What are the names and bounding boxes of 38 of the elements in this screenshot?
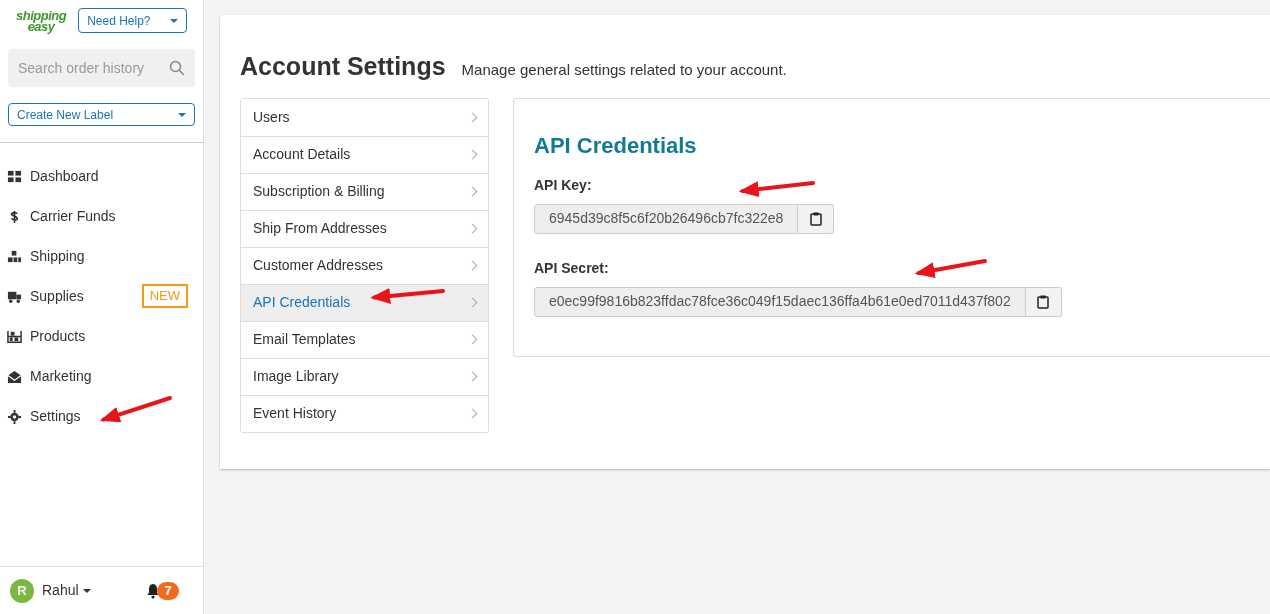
field-label: API Key: [534, 175, 592, 195]
new-badge: NEW [141, 284, 188, 308]
copy-button[interactable] [798, 203, 835, 234]
page-subtitle: Manage general settings related to your account. [461, 60, 787, 80]
help-button[interactable]: Need Help? [78, 8, 187, 33]
settings-icon [7, 408, 22, 424]
caret-icon [82, 588, 91, 593]
nav-item[interactable]: Dashboard [0, 156, 203, 196]
logo: shipping easy [16, 9, 67, 32]
copy-button[interactable] [1025, 286, 1062, 317]
caret-icon [170, 18, 178, 23]
caret-icon [178, 112, 186, 117]
search-field[interactable]: Search order history [8, 49, 195, 87]
field-label: API Secret: [534, 258, 609, 278]
search-icon[interactable] [169, 60, 185, 76]
bell-icon[interactable] [146, 582, 160, 599]
page-title: Account Settings [240, 51, 446, 81]
create-label-button[interactable]: Create New Label [8, 103, 195, 126]
value-field: 6945d39c8f5c6f20b26496cb7fc322e8 [534, 203, 799, 234]
nav-item[interactable]: Shipping [0, 236, 203, 276]
nav-item[interactable]: Marketing [0, 356, 203, 396]
grid-icon [7, 168, 22, 184]
avatar: R [10, 578, 34, 603]
settings-menu-item[interactable]: Event History [241, 394, 488, 432]
notification-badge: 7 [157, 581, 179, 600]
clipboard-icon [809, 211, 822, 226]
value-field: e0ec99f9816b823ffdac78fce36c049f15daec136ffa4b61e0ed7011d437f802 [534, 286, 1026, 317]
settings-menu-item[interactable]: API Credentials [241, 283, 488, 321]
nav-item[interactable]: Carrier Funds [0, 196, 203, 236]
clipboard-icon [1037, 294, 1050, 309]
shelf-icon [7, 328, 22, 344]
envelope-icon [7, 368, 22, 384]
boxes-icon [7, 248, 22, 264]
nav-item[interactable]: Settings [0, 396, 203, 436]
user-menu[interactable]: Rahul [42, 580, 91, 601]
card-title: API Credentials [534, 132, 698, 159]
nav-item[interactable]: Products [0, 316, 203, 356]
nav-item[interactable]: Supplies NEW [0, 276, 203, 316]
